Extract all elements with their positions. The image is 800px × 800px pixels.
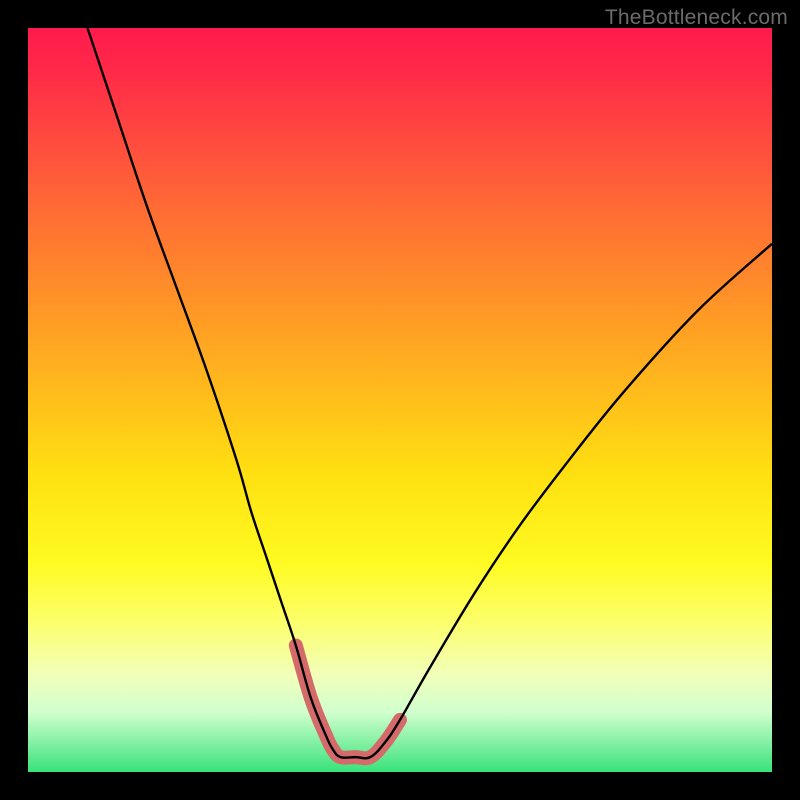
chart-plot-area (28, 28, 772, 772)
chart-svg (28, 28, 772, 772)
bottleneck-curve (88, 28, 772, 758)
attribution-text: TheBottleneck.com (605, 6, 788, 30)
